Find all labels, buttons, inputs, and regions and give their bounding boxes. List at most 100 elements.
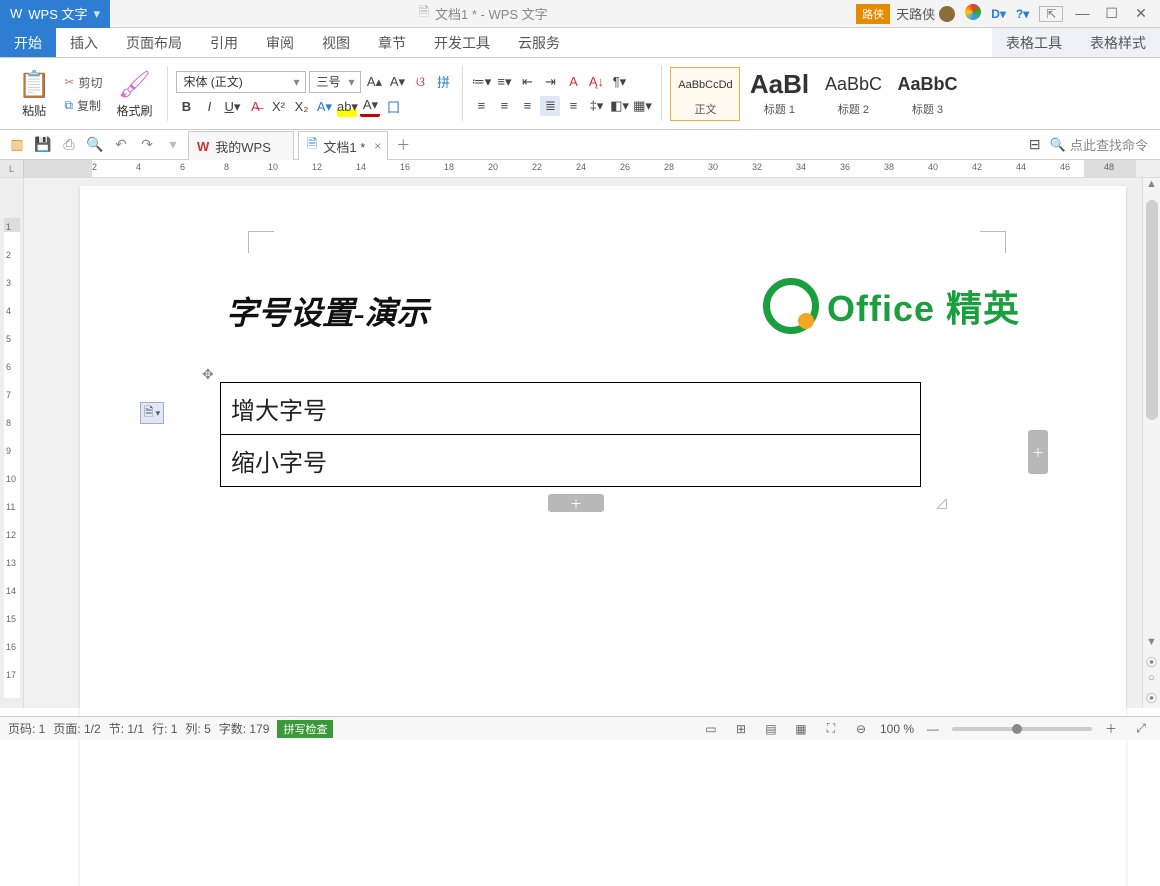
zoom-out-button[interactable]: ⊖ xyxy=(850,720,872,738)
table-row-add-handle[interactable]: ＋ xyxy=(548,494,604,512)
align-justify-icon[interactable]: ≣ xyxy=(540,96,560,116)
table-cell-1[interactable]: 增大字号 xyxy=(221,383,921,435)
doc-table-wrap[interactable]: ✥ 增大字号 缩小字号 xyxy=(220,382,921,487)
view-outline-icon[interactable]: ⊞ xyxy=(730,720,752,738)
texteffect-button[interactable]: A▾ xyxy=(314,97,334,117)
format-painter-button[interactable]: 🖌 格式刷 xyxy=(110,67,158,121)
char-border-icon[interactable]: 囗 xyxy=(383,97,403,117)
status-section[interactable]: 节: 1/1 xyxy=(109,720,144,737)
status-page[interactable]: 页码: 1 xyxy=(8,720,45,737)
redo-icon[interactable]: ↷ xyxy=(136,134,158,156)
bold-button[interactable]: B xyxy=(176,97,196,117)
indent-dec-icon[interactable]: ⇤ xyxy=(517,72,537,92)
subscript-button[interactable]: X₂ xyxy=(291,97,311,117)
save-icon[interactable]: 💾 xyxy=(32,134,54,156)
chartype-icon[interactable]: A xyxy=(563,72,583,92)
scroll-up-icon[interactable]: ▲ xyxy=(1146,178,1157,196)
copy-button[interactable]: ⧉复制 xyxy=(60,95,106,116)
status-line[interactable]: 行: 1 xyxy=(152,720,177,737)
new-icon[interactable]: ▥ xyxy=(6,134,28,156)
align-center-icon[interactable]: ≡ xyxy=(494,96,514,116)
menu-view[interactable]: 视图 xyxy=(308,28,364,57)
account-tag[interactable]: 路侠 xyxy=(856,4,890,24)
menu-insert[interactable]: 插入 xyxy=(56,28,112,57)
bullets-icon[interactable]: ≔▾ xyxy=(471,72,491,92)
view-web-icon[interactable]: ▦ xyxy=(790,720,812,738)
vertical-scrollbar[interactable]: ▲ ▼ ⦿ ○ ⦿ xyxy=(1142,178,1160,708)
linespace-icon[interactable]: ‡▾ xyxy=(586,96,606,116)
highlight-button[interactable]: ab▾ xyxy=(337,97,357,117)
tab-mywps[interactable]: W我的WPS xyxy=(188,131,294,161)
menu-reference[interactable]: 引用 xyxy=(196,28,252,57)
menu-tabletools[interactable]: 表格工具 xyxy=(992,28,1076,57)
style-h1[interactable]: AaBl标题 1 xyxy=(744,67,814,121)
paste-options-button[interactable]: 🗎 xyxy=(140,402,164,424)
align-right-icon[interactable]: ≡ xyxy=(517,96,537,116)
view-read-icon[interactable]: ▤ xyxy=(760,720,782,738)
zoom-in-button[interactable]: ＋ xyxy=(1100,720,1122,738)
new-tab-icon[interactable]: ＋ xyxy=(392,134,414,156)
app-badge[interactable]: W WPS 文字 ▾ xyxy=(0,0,110,28)
status-col[interactable]: 列: 5 xyxy=(185,720,210,737)
table-cell-2[interactable]: 缩小字号 xyxy=(221,435,921,487)
align-left-icon[interactable]: ≡ xyxy=(471,96,491,116)
view-print-icon[interactable]: ▭ xyxy=(700,720,722,738)
scroll-thumb[interactable] xyxy=(1146,200,1158,420)
prev-page-icon[interactable]: ⦿ xyxy=(1146,654,1157,672)
italic-button[interactable]: I xyxy=(199,97,219,117)
vertical-ruler[interactable]: 1234567891011121314151617 xyxy=(0,178,24,708)
indent-inc-icon[interactable]: ⇥ xyxy=(540,72,560,92)
borders-icon[interactable]: ▦▾ xyxy=(632,96,652,116)
align-dist-icon[interactable]: ≡ xyxy=(563,96,583,116)
style-normal[interactable]: AaBbCcDd正文 xyxy=(670,67,740,121)
superscript-button[interactable]: X² xyxy=(268,97,288,117)
tab-close-icon[interactable]: × xyxy=(374,139,381,153)
font-color-button[interactable]: A▾ xyxy=(360,97,380,117)
scroll-down-icon[interactable]: ▼ xyxy=(1146,636,1157,654)
menu-review[interactable]: 审阅 xyxy=(252,28,308,57)
doc-heading[interactable]: 字号设置-演示 xyxy=(226,288,429,334)
table-col-add-handle[interactable]: ＋ xyxy=(1028,430,1048,474)
tab-doc1[interactable]: 🗎文档1 *× xyxy=(298,131,388,161)
app-dropdown-icon[interactable]: ▾ xyxy=(94,6,101,22)
status-pages[interactable]: 页面: 1/2 xyxy=(53,720,100,737)
shading-icon[interactable]: ◧▾ xyxy=(609,96,629,116)
showmarks-icon[interactable]: ¶▾ xyxy=(609,72,629,92)
underline-button[interactable]: U▾ xyxy=(222,97,242,117)
menu-devtools[interactable]: 开发工具 xyxy=(420,28,504,57)
fit-icon[interactable]: ⤢ xyxy=(1130,720,1152,738)
status-spell[interactable]: 拼写检查 xyxy=(277,720,333,738)
grow-font-icon[interactable]: A▴ xyxy=(364,72,384,92)
view-fullscreen-icon[interactable]: ⛶ xyxy=(820,720,842,738)
cloud-icon[interactable]: D▾ xyxy=(987,7,1010,21)
sort-icon[interactable]: Ą↓ xyxy=(586,72,606,92)
menu-chapter[interactable]: 章节 xyxy=(364,28,420,57)
next-page-icon[interactable]: ⦿ xyxy=(1146,690,1157,708)
undo-icon[interactable]: ↶ xyxy=(110,134,132,156)
preview-icon[interactable]: 🔍 xyxy=(84,134,106,156)
zoom-level[interactable]: 100 % xyxy=(880,722,914,736)
zoom-slider[interactable] xyxy=(952,727,1092,731)
command-search[interactable]: 🔍点此查找命令 xyxy=(1050,135,1154,154)
style-h3[interactable]: AaBbC标题 3 xyxy=(892,67,962,121)
upload-icon[interactable]: ⇱ xyxy=(1039,6,1063,22)
horizontal-ruler[interactable]: L 24681012141618202224262830323436384042… xyxy=(0,160,1160,178)
status-words[interactable]: 字数: 179 xyxy=(219,720,270,737)
print-icon[interactable]: ⎙ xyxy=(58,134,80,156)
cut-button[interactable]: ✂剪切 xyxy=(60,72,106,93)
menu-start[interactable]: 开始 xyxy=(0,28,56,57)
minimize-button[interactable]: — xyxy=(1069,0,1095,26)
maximize-button[interactable]: ☐ xyxy=(1099,1,1125,27)
paste-button[interactable]: 📋 粘贴 xyxy=(12,67,56,121)
clear-format-icon[interactable]: ଓ xyxy=(410,72,430,92)
help-icon[interactable]: ?▾ xyxy=(1012,7,1033,21)
font-name-select[interactable]: 宋体 (正文)▾ xyxy=(176,71,306,93)
assist-icon[interactable] xyxy=(961,4,985,23)
close-button[interactable]: ✕ xyxy=(1128,1,1154,27)
font-size-select[interactable]: 三号▾ xyxy=(309,71,361,93)
numbering-icon[interactable]: ≡▾ xyxy=(494,72,514,92)
shrink-font-icon[interactable]: A▾ xyxy=(387,72,407,92)
browse-obj-icon[interactable]: ○ xyxy=(1148,672,1155,690)
table-move-handle[interactable]: ✥ xyxy=(202,366,218,382)
strike-button[interactable]: A̶ xyxy=(245,97,265,117)
